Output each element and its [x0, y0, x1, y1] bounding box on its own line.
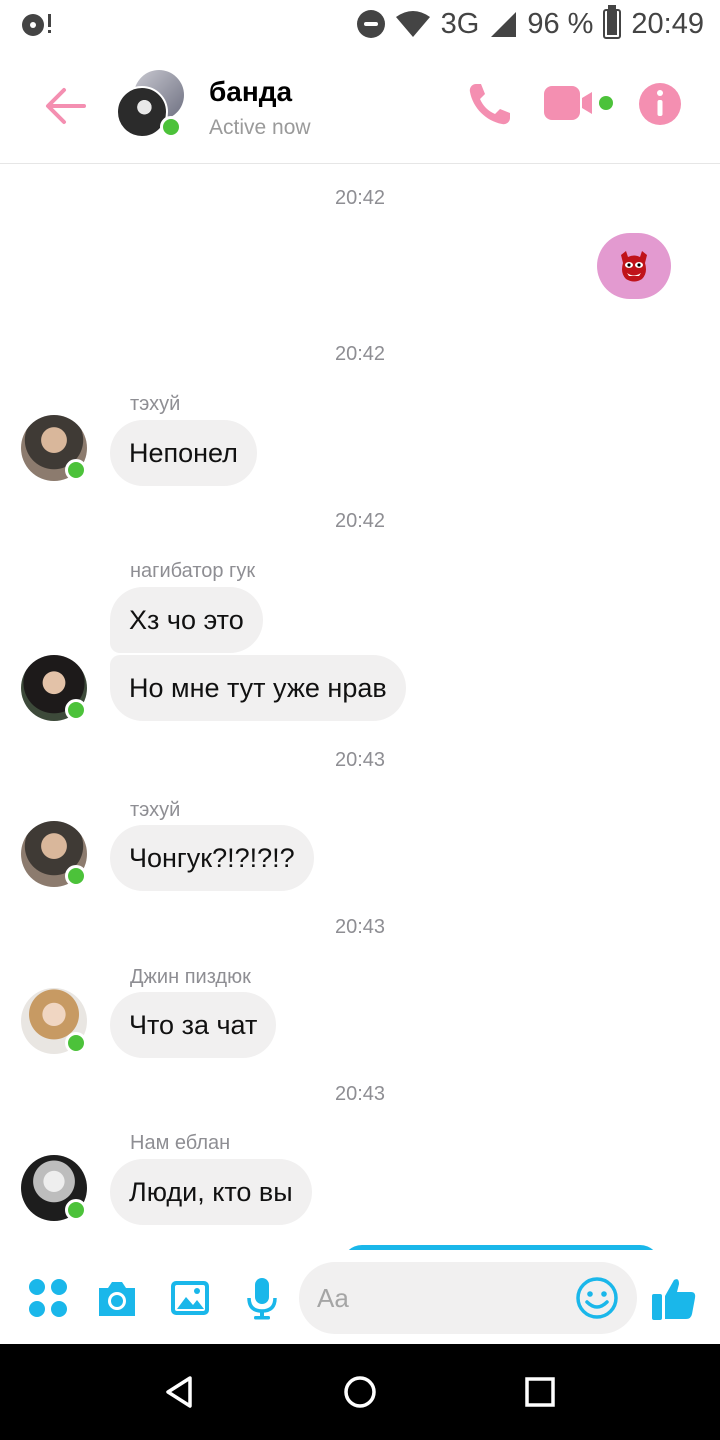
- emoji-icon[interactable]: [575, 1276, 619, 1320]
- battery-icon: [603, 5, 622, 39]
- composer-bar: [0, 1250, 720, 1344]
- sender-avatar[interactable]: [21, 1155, 87, 1221]
- clock: 20:49: [631, 7, 704, 40]
- microphone-icon[interactable]: [240, 1276, 284, 1320]
- message-bubble[interactable]: Непонел: [110, 420, 257, 486]
- status-bar: 3G 96 % 20:49: [0, 0, 720, 48]
- wifi-icon: [395, 11, 430, 37]
- thumbs-up-icon[interactable]: [650, 1274, 698, 1322]
- message-bubble[interactable]: Что за чат: [110, 992, 277, 1058]
- camera-icon[interactable]: [95, 1276, 139, 1320]
- timestamp: 20:43: [334, 916, 386, 938]
- message-bubble[interactable]: Хз чо это: [110, 587, 263, 653]
- timestamp: 20:42: [334, 187, 386, 209]
- online-indicator: [65, 1032, 87, 1054]
- chat-header: банда Active now: [0, 48, 720, 164]
- network-type: 3G: [440, 7, 480, 40]
- timestamp: 20:42: [334, 343, 386, 365]
- phone-icon[interactable]: [466, 80, 514, 128]
- message-bubble[interactable]: Люди, кто вы: [110, 1159, 312, 1225]
- chat-status: Active now: [209, 116, 311, 139]
- nav-back-icon[interactable]: [160, 1372, 200, 1412]
- battery-fill: [607, 10, 618, 35]
- nav-home-icon[interactable]: [340, 1372, 380, 1412]
- timestamp: 20:43: [334, 749, 386, 771]
- online-indicator: [65, 459, 87, 481]
- sender-avatar[interactable]: [21, 655, 87, 721]
- sender-name: нагибатор гук: [130, 560, 256, 582]
- system-nav-bar: [0, 1344, 720, 1440]
- sender-avatar[interactable]: [21, 821, 87, 887]
- group-avatar[interactable]: [116, 68, 188, 140]
- online-indicator: [65, 699, 87, 721]
- sender-avatar[interactable]: [21, 415, 87, 481]
- gallery-icon[interactable]: [168, 1276, 212, 1320]
- online-indicator: [65, 865, 87, 887]
- sender-name: Джин пиздюк: [130, 966, 251, 988]
- message-bubble[interactable]: Чонгук?!?!?!?: [110, 825, 314, 891]
- signal-icon: [491, 12, 517, 37]
- sender-name: тэхуй: [130, 393, 181, 415]
- message-bubble[interactable]: Но мне тут уже нрав: [110, 655, 406, 721]
- battery-percent: 96 %: [527, 7, 594, 40]
- do-not-disturb-icon: [356, 10, 385, 38]
- demon-mask-icon: [621, 251, 647, 282]
- sender-avatar[interactable]: [21, 988, 87, 1054]
- more-apps-icon[interactable]: [26, 1276, 70, 1320]
- timestamp: 20:43: [334, 1083, 386, 1105]
- sender-name: Нам еблан: [130, 1132, 231, 1154]
- online-indicator: [160, 116, 182, 138]
- media-notification-icon: [22, 14, 51, 36]
- online-indicator: [65, 1199, 87, 1221]
- back-arrow-icon[interactable]: [44, 84, 88, 128]
- video-camera-icon[interactable]: [542, 80, 616, 128]
- nav-recents-icon[interactable]: [520, 1372, 560, 1412]
- timestamp: 20:42: [334, 510, 386, 532]
- message-list[interactable]: 20:42 20:42 тэхуй Непонел 20:42 нагибато…: [0, 165, 720, 1250]
- chat-title[interactable]: банда: [209, 76, 292, 108]
- sender-name: тэхуй: [130, 799, 181, 821]
- sticker-message[interactable]: [597, 233, 671, 299]
- info-icon[interactable]: [636, 80, 684, 128]
